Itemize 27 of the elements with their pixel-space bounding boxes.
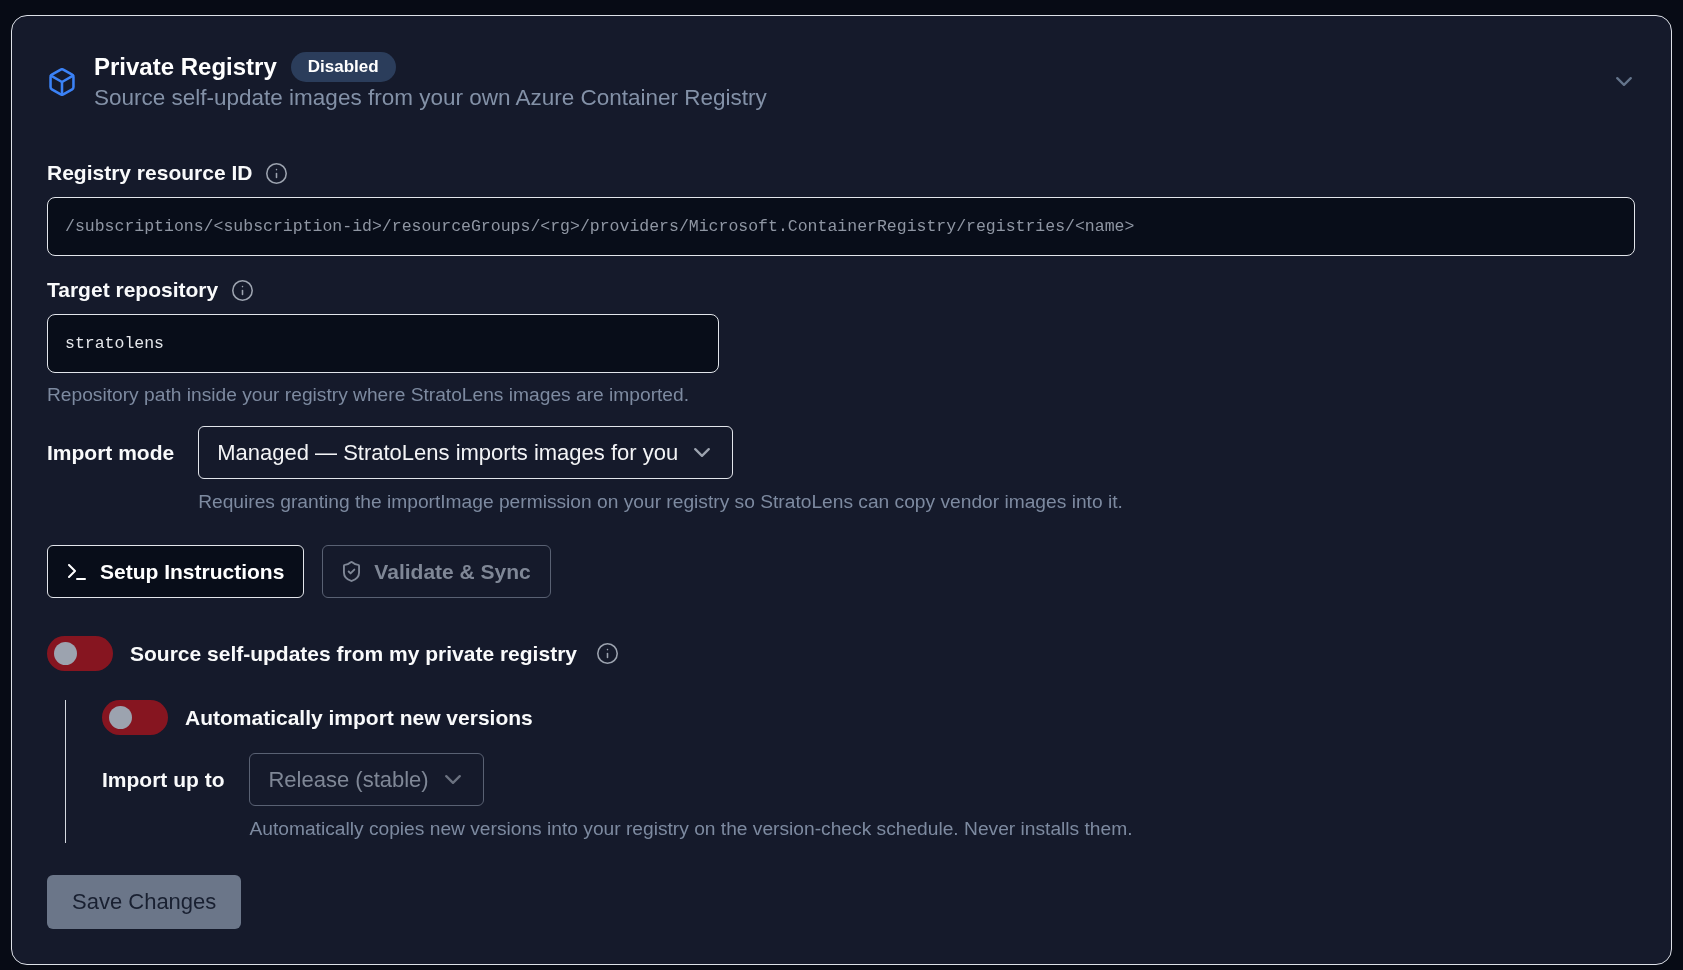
shield-check-icon [343,561,361,582]
info-icon[interactable] [266,162,288,184]
chevron-down-icon[interactable] [1616,77,1632,86]
dropdown[interactable]: Managed — StratoLens imports images for you [198,426,734,479]
field-label: Registry resource ID [47,160,253,186]
toggle-switch[interactable] [102,700,168,735]
helper-text: Repository path inside your registry where StratoLens images are imported. [47,384,690,406]
info-icon[interactable] [597,643,618,664]
input-field[interactable]: stratolens [47,314,719,373]
toggle-label: Automatically import new versions [185,705,533,730]
status-badge: Disabled [290,52,396,82]
chevron-down-icon [694,448,711,457]
cube-icon [49,67,75,96]
chevron-down-icon [444,775,461,784]
info-icon[interactable] [232,279,254,301]
toggle-label: Source self-updates from my private registry [130,641,577,666]
section-title: Private Registry [94,52,277,82]
input-field[interactable]: /subscriptions/<subscription-id>/resourceGroups/<rg>/providers/Microsoft.ContainerRegistry/registries/<name> [47,197,1635,256]
helper-text: Requires granting the importImage permission on your registry so StratoLens can copy vendor images into it. [198,491,1123,513]
terminal-icon [68,563,86,580]
setup-instructions-button[interactable]: Setup Instructions [47,545,305,598]
toggle-switch[interactable] [47,636,113,671]
field-label: Import mode [47,439,175,466]
section-subtitle: Source self-update images from your own Azure Container Registry [94,85,767,111]
field-label: Target repository [47,277,219,303]
field-label: Import up to [102,766,225,793]
helper-text: Automatically copies new versions into your registry on the version-check schedule. Never installs them. [249,818,1133,840]
